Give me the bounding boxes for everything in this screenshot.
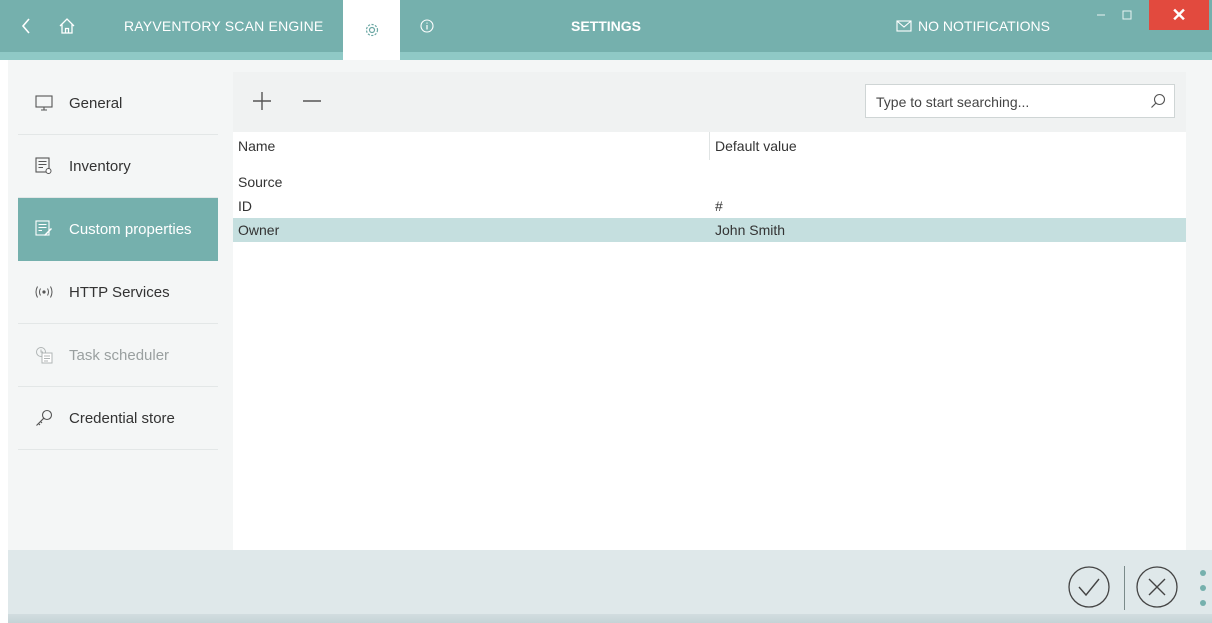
cancel-button[interactable]: [1134, 564, 1180, 610]
cell-name: ID: [238, 198, 252, 214]
group-header-source[interactable]: Source: [238, 174, 282, 190]
gear-icon: [365, 23, 378, 37]
column-divider[interactable]: [709, 132, 710, 160]
properties-toolbar: [233, 72, 1186, 132]
table-row[interactable]: ID #: [233, 194, 1186, 218]
check-circle-icon: [1068, 566, 1110, 608]
plus-icon: [253, 92, 271, 110]
table-row-selected[interactable]: Owner John Smith: [233, 218, 1186, 242]
footer-divider: [1124, 566, 1125, 610]
search-icon[interactable]: [1150, 93, 1166, 109]
minimize-icon: [1097, 14, 1105, 16]
maximize-button[interactable]: [1116, 0, 1138, 30]
sidebar-item-label: Credential store: [69, 409, 175, 427]
sidebar-item-label: Inventory: [69, 157, 131, 175]
more-options-button[interactable]: [1196, 570, 1210, 606]
settings-tab[interactable]: [343, 0, 400, 60]
column-header-name[interactable]: Name: [238, 138, 275, 154]
footer-bar: [8, 550, 1212, 623]
key-icon: [33, 409, 55, 427]
custom-properties-icon: [33, 220, 55, 238]
home-icon: [59, 18, 75, 34]
more-vertical-icon: [1200, 570, 1206, 576]
footer-shadow: [8, 614, 1212, 623]
title-bar-stripe: [0, 52, 1212, 60]
maximize-icon: [1122, 10, 1132, 20]
info-icon: [420, 19, 434, 33]
add-property-button[interactable]: [247, 86, 277, 116]
cell-name: Owner: [238, 222, 280, 238]
cell-default-value: #: [715, 198, 723, 214]
custom-properties-panel: Name Default value Source ID # Owner Joh…: [233, 72, 1186, 550]
cell-default-value: John Smith: [715, 222, 786, 238]
home-button[interactable]: [52, 0, 82, 52]
sidebar-item-general[interactable]: General: [18, 72, 218, 135]
inventory-icon: [33, 157, 55, 175]
minimize-button[interactable]: [1090, 0, 1112, 30]
close-icon: ✕: [1171, 4, 1187, 25]
settings-sidebar: General Inventory Custom properties HTTP…: [18, 72, 218, 450]
sidebar-item-http-services[interactable]: HTTP Services: [18, 261, 218, 324]
close-button[interactable]: ✕: [1149, 0, 1209, 30]
confirm-button[interactable]: [1066, 564, 1112, 610]
sidebar-item-label: Task scheduler: [69, 346, 170, 364]
more-vertical-icon: [1200, 585, 1206, 591]
back-button[interactable]: [14, 0, 38, 52]
title-bar: RAYVENTORY SCAN ENGINE SETTINGS NO NOTIF…: [0, 0, 1212, 60]
envelope-icon: [896, 20, 912, 32]
notifications-button[interactable]: NO NOTIFICATIONS: [896, 0, 1050, 52]
info-button[interactable]: [412, 0, 442, 52]
more-vertical-icon: [1200, 600, 1206, 606]
remove-property-button[interactable]: [297, 86, 327, 116]
app-title[interactable]: RAYVENTORY SCAN ENGINE: [124, 0, 323, 52]
back-icon: [21, 18, 30, 34]
x-circle-icon: [1136, 566, 1178, 608]
calendar-clock-icon: [33, 346, 55, 364]
broadcast-icon: [33, 285, 55, 299]
search-input[interactable]: [874, 85, 1138, 119]
sidebar-item-credential-store[interactable]: Credential store: [18, 387, 218, 450]
column-header-default-value[interactable]: Default value: [715, 138, 797, 154]
search-box: [865, 84, 1175, 119]
sidebar-item-label: HTTP Services: [69, 283, 170, 301]
notifications-label: NO NOTIFICATIONS: [918, 18, 1050, 34]
sidebar-item-inventory[interactable]: Inventory: [18, 135, 218, 198]
minus-icon: [303, 100, 321, 102]
monitor-icon: [33, 95, 55, 111]
sidebar-item-label: General: [69, 94, 123, 112]
sidebar-item-label: Custom properties: [69, 220, 192, 238]
sidebar-item-task-scheduler[interactable]: Task scheduler: [18, 324, 218, 387]
sidebar-item-custom-properties[interactable]: Custom properties: [18, 198, 218, 261]
